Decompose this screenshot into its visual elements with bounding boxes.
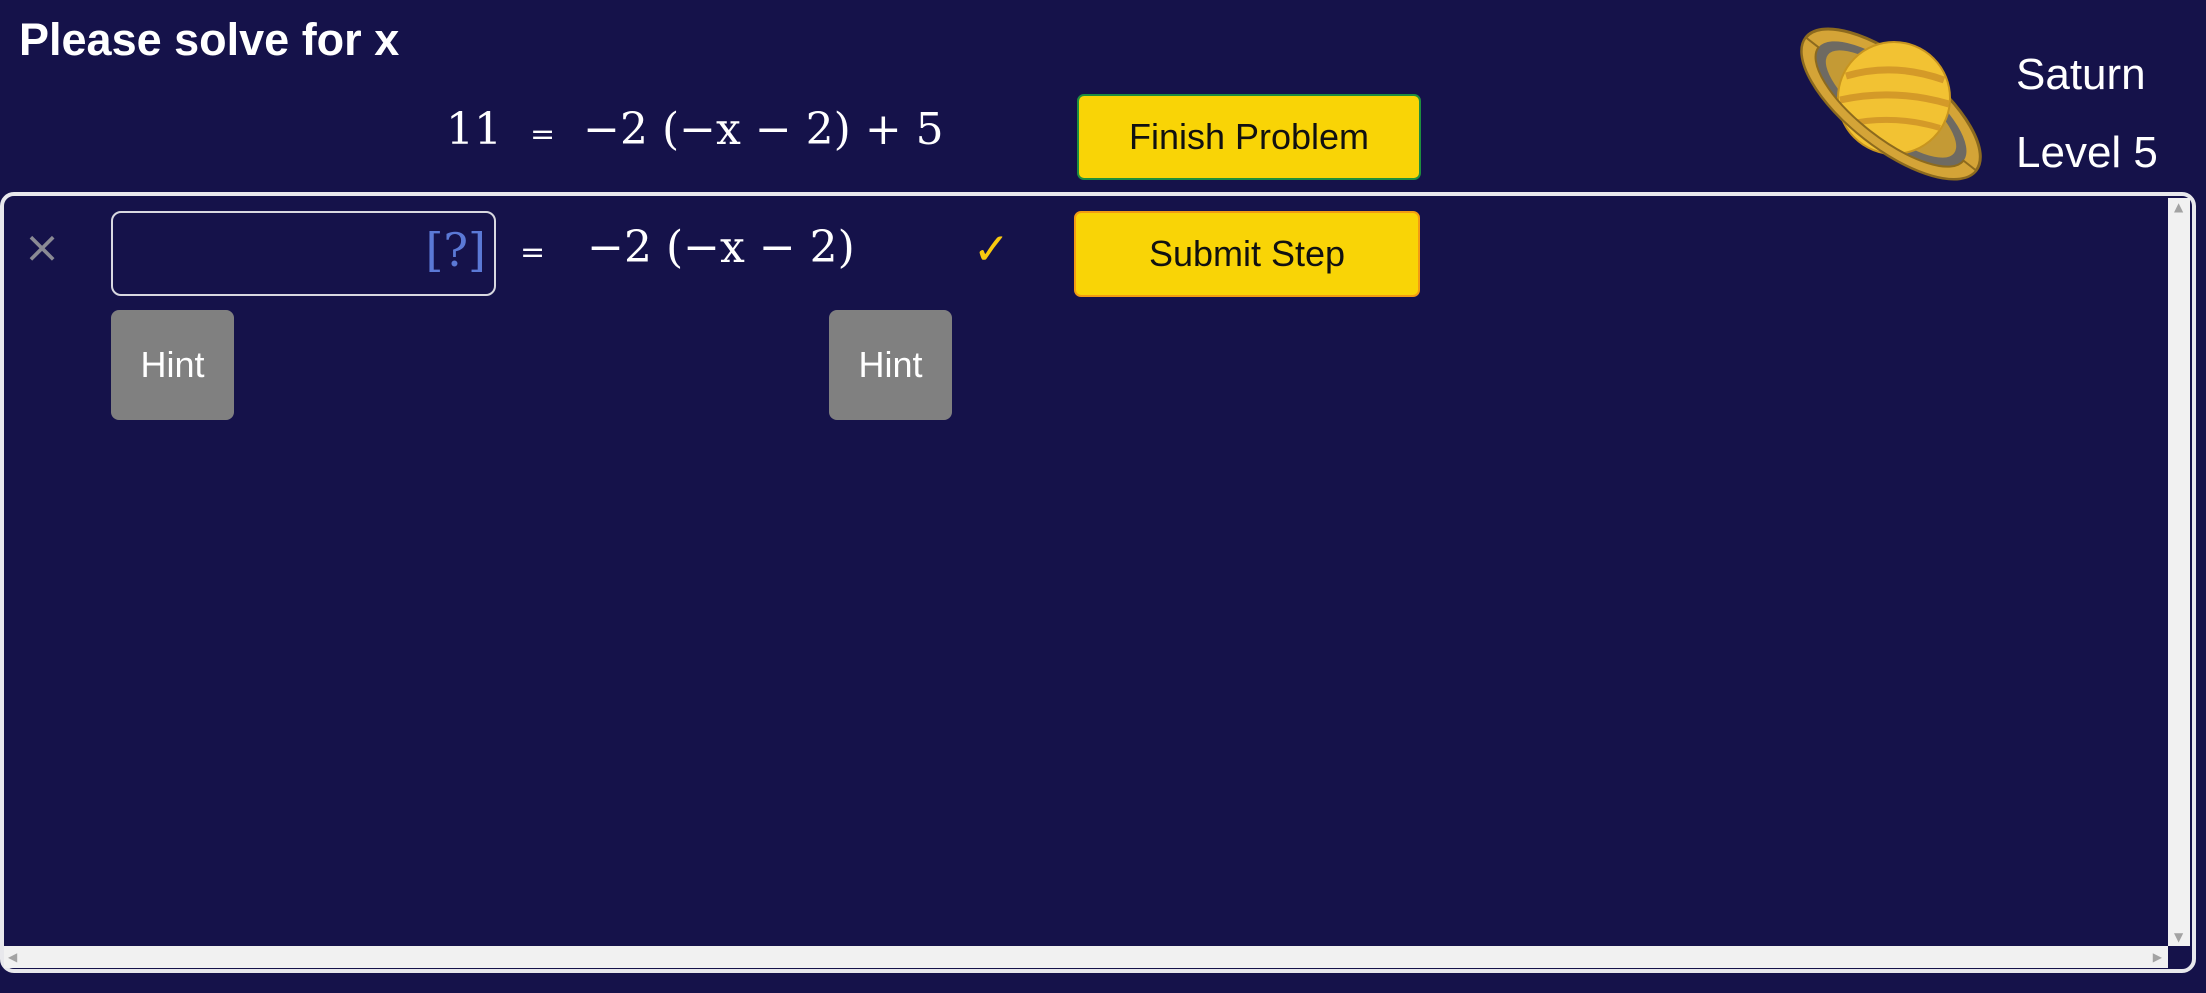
scroll-up-arrow-icon[interactable]: ▲ <box>2174 200 2183 214</box>
scroll-right-arrow-icon[interactable]: ▶ <box>2153 950 2162 964</box>
close-icon[interactable]: × <box>22 226 62 270</box>
level-label: Level 5 <box>2016 128 2158 177</box>
saturn-icon <box>1800 27 1982 181</box>
page-title: Please solve for x <box>19 14 400 65</box>
checkmark-icon: ✓ <box>973 224 1010 275</box>
vertical-scrollbar[interactable]: ▲ ▼ <box>2168 198 2190 946</box>
step-input-field[interactable]: [?] <box>111 211 496 296</box>
planet-name: Saturn <box>2016 50 2146 99</box>
problem-lhs: 11 <box>446 104 502 155</box>
work-panel <box>0 192 2196 973</box>
finish-problem-button[interactable]: Finish Problem <box>1077 94 1421 180</box>
hint-button-left[interactable]: Hint <box>111 310 234 420</box>
problem-equation: 11 = −2 (−x − 2) + 5 <box>446 104 944 155</box>
scroll-down-arrow-icon[interactable]: ▼ <box>2174 930 2183 944</box>
scroll-left-arrow-icon[interactable]: ◀ <box>8 950 17 964</box>
placeholder-box: [?] <box>425 223 486 277</box>
step-equals: = <box>520 235 546 270</box>
problem-rhs: −2 (−x − 2) + 5 <box>583 104 944 155</box>
step-equation: = −2 (−x − 2) <box>520 222 855 273</box>
hint-button-right[interactable]: Hint <box>829 310 952 420</box>
step-rhs: −2 (−x − 2) <box>587 222 855 273</box>
problem-equals: = <box>530 117 556 152</box>
horizontal-scrollbar[interactable]: ◀ ▶ <box>4 946 2168 968</box>
submit-step-button[interactable]: Submit Step <box>1074 211 1420 297</box>
